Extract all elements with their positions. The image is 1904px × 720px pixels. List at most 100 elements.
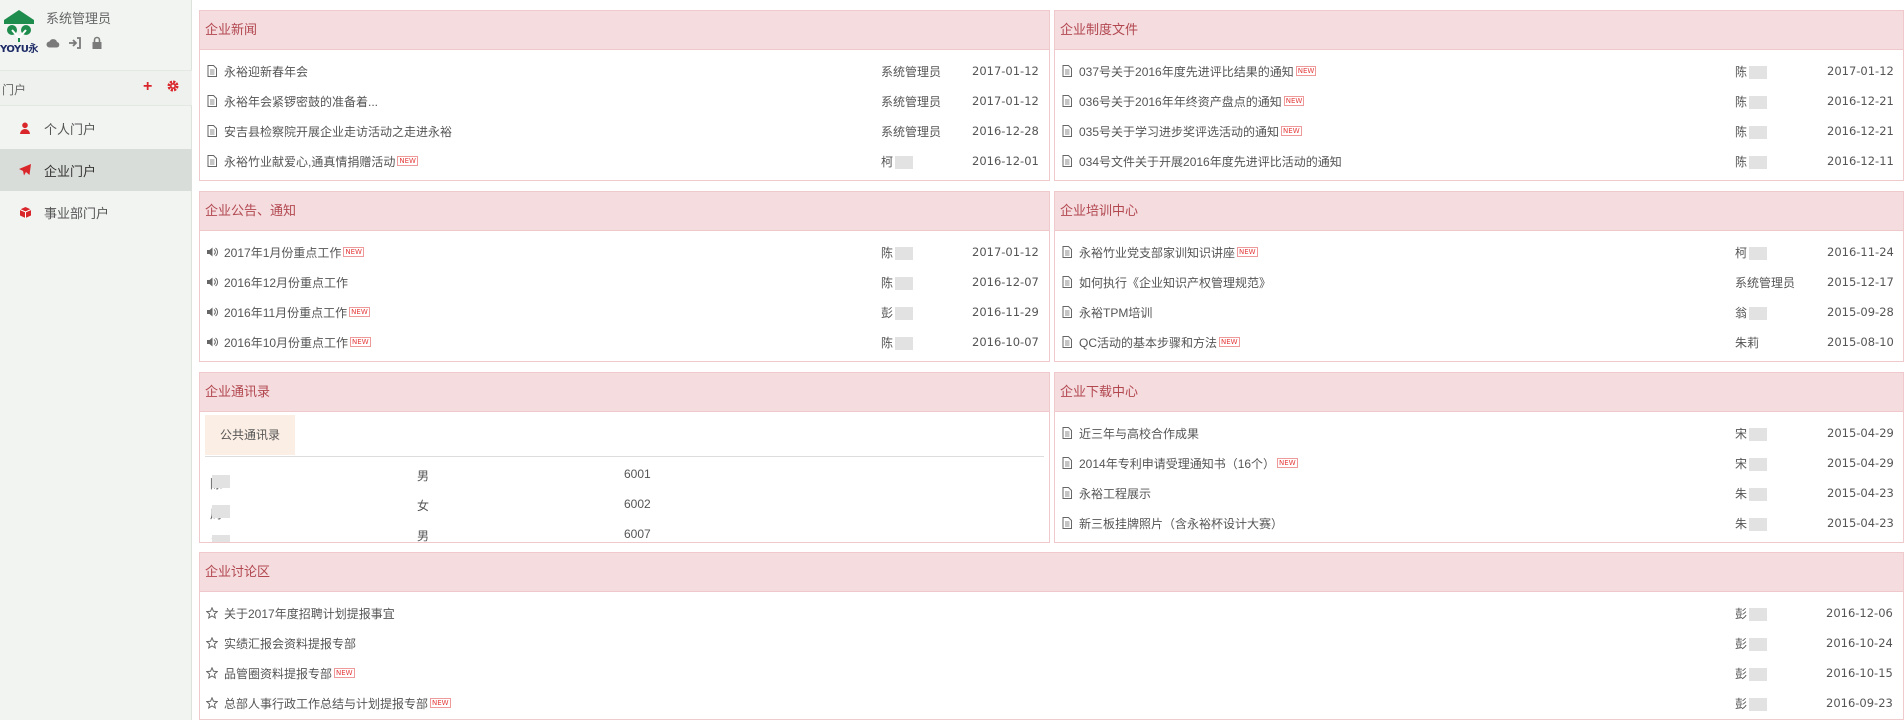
list-item[interactable]: 035号关于学习进步奖评选活动的通知 NEW 陈 2016-12-21 — [1055, 116, 1903, 146]
item-title[interactable]: QC活动的基本步骤和方法 — [1079, 334, 1217, 351]
document-icon — [1061, 306, 1073, 318]
item-date: 2015-08-10 — [1827, 335, 1894, 349]
item-title[interactable]: 037号关于2016年度先进评比结果的通知 — [1079, 63, 1294, 80]
list-item[interactable]: 永裕竹业献爱心,通真情捐赠活动 NEW 柯 2016-12-01 — [200, 146, 1049, 176]
item-title[interactable]: 永裕竹业献爱心,通真情捐赠活动 — [224, 153, 395, 170]
list-item[interactable]: 品管圈资料提报专部 NEW 彭 2016-10-15 — [200, 658, 1903, 688]
speaker-icon — [206, 246, 218, 258]
document-icon — [1061, 457, 1073, 469]
item-title[interactable]: 总部人事行政工作总结与计划提报专部 — [224, 695, 428, 712]
list-item[interactable]: 永裕迎新春年会 系统管理员 2017-01-12 — [200, 56, 1049, 86]
portal-header: 门户 + — [0, 70, 192, 106]
list-item[interactable]: 永裕年会紧锣密鼓的准备着... 系统管理员 2017-01-12 — [200, 86, 1049, 116]
item-title[interactable]: 关于2017年度招聘计划提报事宜 — [224, 605, 395, 622]
item-date: 2015-09-28 — [1827, 305, 1894, 319]
list-item[interactable]: QC活动的基本步骤和方法 NEW 朱莉 2015-08-10 — [1055, 327, 1903, 357]
sign-in-icon[interactable] — [68, 36, 82, 50]
item-title[interactable]: 2016年12月份重点工作 — [224, 274, 348, 291]
cloud-icon[interactable] — [46, 36, 60, 50]
logo-text: YOYU永裕 — [0, 44, 38, 54]
user-block: YOYU永裕 系统管理员 — [0, 0, 191, 62]
item-title[interactable]: 永裕工程展示 — [1079, 485, 1151, 502]
redacted-mask — [1749, 427, 1768, 441]
item-title[interactable]: 034号文件关于开展2016年度先进评比活动的通知 — [1079, 153, 1342, 170]
document-icon — [1061, 427, 1073, 439]
redacted-mask — [212, 505, 230, 518]
list-item[interactable]: 2016年10月份重点工作 NEW 陈 2016-10-07 — [200, 327, 1049, 357]
item-title[interactable]: 实绩汇报会资料提报专部 — [224, 635, 356, 652]
list-item[interactable]: 034号文件关于开展2016年度先进评比活动的通知 陈 2016-12-11 — [1055, 146, 1903, 176]
author-name: 陈 — [1735, 154, 1748, 169]
list-item[interactable]: 关于2017年度招聘计划提报事宜 彭 2016-12-06 — [200, 598, 1903, 628]
list-item[interactable]: 2017年1月份重点工作 NEW 陈 2017-01-12 — [200, 237, 1049, 267]
item-author: 朱 — [1735, 485, 1768, 502]
list-item[interactable]: 安吉县检察院开展企业走访活动之走进永裕 系统管理员 2016-12-28 — [200, 116, 1049, 146]
sidebar-item-division-portal[interactable]: 事业部门户 — [0, 191, 192, 233]
new-badge: NEW — [1277, 458, 1298, 468]
item-title[interactable]: 近三年与高校合作成果 — [1079, 425, 1199, 442]
item-title[interactable]: 035号关于学习进步奖评选活动的通知 — [1079, 123, 1279, 140]
list-item[interactable]: 近三年与高校合作成果 宋 2015-04-29 — [1055, 418, 1903, 448]
item-author: 翁 — [1735, 304, 1768, 321]
item-title[interactable]: 新三板挂牌照片（含永裕杯设计大赛） — [1079, 515, 1283, 532]
item-title[interactable]: 2014年专利申请受理通知书（16个） — [1079, 455, 1275, 472]
author-name: 系统管理员 — [881, 94, 942, 109]
panel-title: 企业制度文件 — [1055, 11, 1903, 50]
lock-icon[interactable] — [90, 36, 104, 50]
list-item[interactable]: 永裕工程展示 朱 2015-04-23 — [1055, 478, 1903, 508]
list-item[interactable]: 2016年12月份重点工作 陈 2016-12-07 — [200, 267, 1049, 297]
item-title[interactable]: 036号关于2016年年终资产盘点的通知 — [1079, 93, 1282, 110]
add-icon[interactable]: + — [143, 78, 152, 96]
item-date: 2015-04-23 — [1827, 516, 1894, 530]
redacted-mask — [895, 155, 914, 169]
document-icon — [206, 125, 218, 137]
policy-list: 037号关于2016年度先进评比结果的通知 NEW 陈 2017-01-12 036号关… — [1055, 50, 1903, 176]
redacted-mask — [1749, 667, 1768, 681]
author-name: 朱 — [1735, 516, 1748, 531]
sidebar-item-enterprise-portal[interactable]: 企业门户 — [0, 149, 192, 191]
star-icon — [206, 637, 218, 649]
list-item[interactable]: 新三板挂牌照片（含永裕杯设计大赛） 朱 2015-04-23 — [1055, 508, 1903, 538]
item-title[interactable]: 安吉县检察院开展企业走访活动之走进永裕 — [224, 123, 452, 140]
new-badge: NEW — [1283, 96, 1305, 106]
redacted-mask — [212, 475, 230, 488]
user-icon — [18, 121, 32, 135]
gear-icon[interactable] — [166, 79, 180, 93]
list-item[interactable]: 如何执行《企业知识产权管理规范》 系统管理员 2015-12-17 — [1055, 267, 1903, 297]
item-title[interactable]: 品管圈资料提报专部 — [224, 665, 332, 682]
item-author: 彭 — [1735, 605, 1768, 622]
speaker-icon — [206, 276, 218, 288]
author-name: 朱莉 — [1735, 335, 1760, 350]
item-author: 彭 — [1735, 635, 1768, 652]
list-item[interactable]: 永裕TPM培训 翁 2015-09-28 — [1055, 297, 1903, 327]
tab-public-contacts[interactable]: 公共通讯录 — [205, 415, 295, 455]
training-list: 永裕竹业党支部家训知识讲座 NEW 柯 2016-11-24 如何执行《企业知识产权管理… — [1055, 231, 1903, 357]
item-title[interactable]: 2017年1月份重点工作 — [224, 244, 341, 261]
sidebar-item-personal-portal[interactable]: 个人门户 — [0, 107, 192, 149]
list-item[interactable]: 2016年11月份重点工作 NEW 彭 2016-11-29 — [200, 297, 1049, 327]
item-title[interactable]: 永裕迎新春年会 — [224, 63, 308, 80]
redacted-mask — [1749, 517, 1768, 531]
list-item[interactable]: 实绩汇报会资料提报专部 彭 2016-10-24 — [200, 628, 1903, 658]
redacted-mask — [1749, 487, 1768, 501]
item-title[interactable]: 如何执行《企业知识产权管理规范》 — [1079, 274, 1271, 291]
list-item[interactable]: 2014年专利申请受理通知书（16个） NEW 宋 2015-04-29 — [1055, 448, 1903, 478]
item-title[interactable]: 2016年10月份重点工作 — [224, 334, 348, 351]
item-title[interactable]: 永裕年会紧锣密鼓的准备着... — [224, 93, 378, 110]
author-name: 陈 — [881, 245, 894, 260]
item-author: 系统管理员 — [881, 123, 941, 140]
list-item[interactable]: 036号关于2016年年终资产盘点的通知 NEW 陈 2016-12-21 — [1055, 86, 1903, 116]
item-title[interactable]: 永裕竹业党支部家训知识讲座 — [1079, 244, 1235, 261]
list-item[interactable]: 永裕竹业党支部家训知识讲座 NEW 柯 2016-11-24 — [1055, 237, 1903, 267]
redacted-mask — [1749, 607, 1768, 621]
list-item[interactable]: 037号关于2016年度先进评比结果的通知 NEW 陈 2017-01-12 — [1055, 56, 1903, 86]
item-title[interactable]: 永裕TPM培训 — [1079, 304, 1152, 321]
panel-title: 企业公告、通知 — [200, 192, 1049, 231]
redacted-mask — [1749, 637, 1768, 651]
new-badge: NEW — [343, 247, 364, 257]
document-icon — [206, 155, 218, 167]
item-title[interactable]: 2016年11月份重点工作 — [224, 304, 347, 321]
redacted-mask — [212, 535, 230, 542]
downloads-panel: 企业下载中心 近三年与高校合作成果宋 2015-04-29 2014年专利申请受理通… — [1054, 372, 1904, 543]
list-item[interactable]: 总部人事行政工作总结与计划提报专部 NEW 彭 2016-09-23 — [200, 688, 1903, 718]
